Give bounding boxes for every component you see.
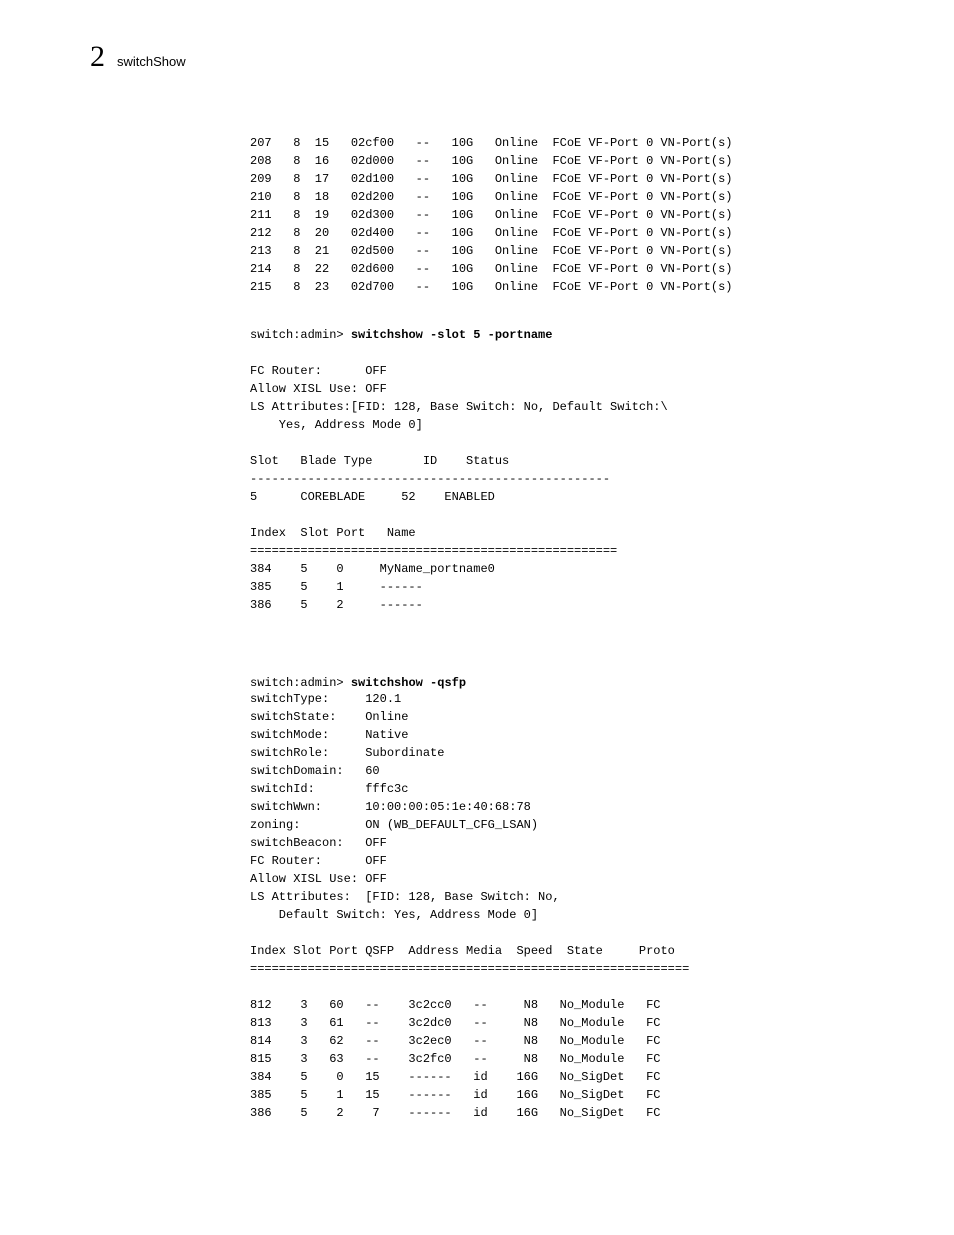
page-header: 2 switchShow <box>90 40 874 74</box>
command-2: switchshow -qsfp <box>351 676 466 690</box>
command-2-output: switchType: 120.1 switchState: Online sw… <box>250 690 874 1122</box>
page-content: 207 8 15 02cf00 -- 10G Online FCoE VF-Po… <box>250 134 874 1122</box>
chapter-title: switchShow <box>117 54 186 69</box>
command-1-output: FC Router: OFF Allow XISL Use: OFF LS At… <box>250 362 874 614</box>
chapter-number: 2 <box>90 40 105 74</box>
prompt-2: switch:admin> <box>250 676 351 690</box>
command-line-2: switch:admin> switchshow -qsfp <box>250 674 874 690</box>
command-1: switchshow -slot 5 -portname <box>351 328 553 342</box>
port-table-output: 207 8 15 02cf00 -- 10G Online FCoE VF-Po… <box>250 134 874 296</box>
prompt-1: switch:admin> <box>250 328 351 342</box>
command-line-1: switch:admin> switchshow -slot 5 -portna… <box>250 326 874 342</box>
